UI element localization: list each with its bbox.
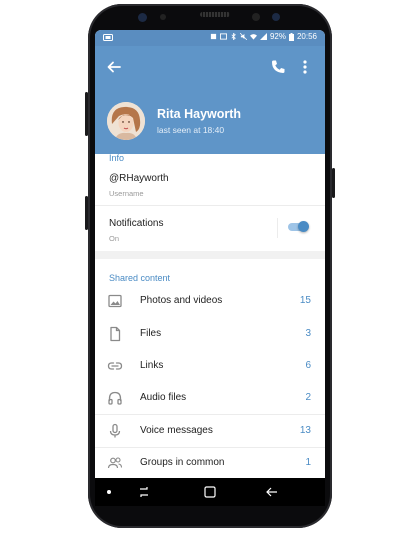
divider [95,205,325,206]
more-vert-icon[interactable] [299,58,311,76]
section-gap [95,251,325,259]
username-caption: Username [109,189,144,198]
shared-item-count: 15 [299,295,311,306]
iris-camera [272,13,280,21]
notification-icon [210,33,217,40]
avatar[interactable] [107,102,145,140]
shared-item-files[interactable]: Files 3 [95,318,325,350]
shared-item-count: 3 [305,328,311,339]
notifications-state: On [109,234,120,243]
mute-icon [239,33,247,40]
gallery-icon [219,33,227,40]
toggle-divider [277,218,278,238]
sim-icon [103,34,113,41]
shared-item-count: 13 [299,425,311,436]
last-seen-status: last seen at 18:40 [157,125,225,135]
contact-name: Rita Hayworth [157,107,242,121]
info-section-title: Info [109,153,125,163]
bluetooth-icon [231,33,236,40]
shared-item-photos[interactable]: Photos and videos 15 [95,285,325,317]
shared-item-links[interactable]: Links 6 [95,350,325,382]
shared-item-groups[interactable]: Groups in common 1 [95,447,325,479]
shared-content-section-title: Shared content [109,273,171,283]
microphone-icon [109,423,121,438]
group-icon [107,457,123,469]
profile-header: Rita Hayworth last seen at 18:40 [95,46,325,154]
shared-item-label: Groups in common [140,457,225,468]
shared-item-count: 2 [305,392,311,403]
toggle-knob [298,221,309,232]
proximity-sensor [160,14,166,20]
back-arrow-icon[interactable] [105,58,123,76]
screen: 92% 20:56 Rita Hayworth last seen at 18:… [95,30,325,506]
shared-item-label: Links [140,360,164,371]
shared-item-count: 6 [305,360,311,371]
shared-item-label: Audio files [140,392,187,403]
clock: 20:56 [296,32,317,41]
nav-dot-icon[interactable] [107,490,111,494]
file-icon [110,326,121,342]
avatar-portrait [107,102,145,140]
shared-item-label: Voice messages [140,425,213,436]
notifications-label[interactable]: Notifications [109,218,163,229]
shared-item-count: 1 [305,457,311,468]
navigation-bar [95,478,325,506]
status-bar: 92% 20:56 [95,30,325,46]
notifications-toggle[interactable] [287,220,309,234]
shared-item-voice[interactable]: Voice messages 13 [95,415,325,447]
power-button [332,168,335,198]
home-icon[interactable] [203,485,217,499]
username-value[interactable]: @RHayworth [109,173,169,184]
headphones-icon [108,391,122,405]
front-camera [138,13,147,22]
bixby-button [85,196,88,230]
link-icon [107,362,123,370]
battery-icon [288,32,294,41]
signal-icon [259,33,267,40]
phone-icon[interactable] [269,58,287,76]
shared-item-label: Photos and videos [140,295,223,306]
earpiece-speaker [200,12,230,17]
volume-button [85,92,88,136]
shared-item-audio[interactable]: Audio files 2 [95,382,325,414]
battery-percent: 92% [269,32,286,41]
back-icon[interactable] [265,485,279,499]
wifi-icon [249,34,257,40]
shared-item-label: Files [140,328,162,339]
iris-sensor [252,13,260,21]
recents-icon[interactable] [137,485,151,499]
image-icon [108,294,122,308]
